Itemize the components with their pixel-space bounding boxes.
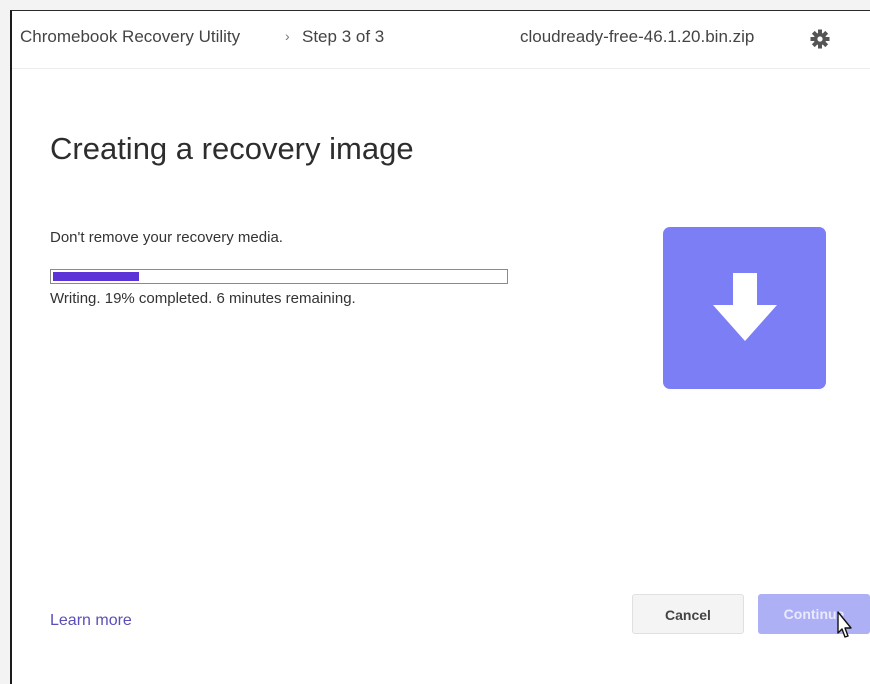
cancel-button[interactable]: Cancel	[632, 594, 744, 634]
header-bar: Chromebook Recovery Utility › Step 3 of …	[12, 11, 870, 69]
progress-bar	[50, 269, 508, 284]
download-tile	[663, 227, 826, 389]
selected-file-name: cloudready-free-46.1.20.bin.zip	[520, 27, 755, 46]
download-arrow-icon	[713, 273, 777, 341]
instruction-text: Don't remove your recovery media.	[50, 229, 283, 246]
progress-status-text: Writing. 19% completed. 6 minutes remain…	[50, 290, 356, 307]
mouse-cursor-icon	[837, 611, 852, 638]
progress-bar-fill	[53, 272, 139, 281]
page-title: Creating a recovery image	[50, 131, 414, 166]
gear-icon[interactable]	[808, 27, 832, 51]
app-title: Chromebook Recovery Utility	[20, 27, 241, 46]
recovery-utility-window: Chromebook Recovery Utility › Step 3 of …	[10, 10, 870, 684]
breadcrumb-chevron-icon: ›	[285, 28, 290, 44]
step-indicator: Step 3 of 3	[302, 27, 385, 46]
learn-more-link[interactable]: Learn more	[50, 612, 132, 630]
